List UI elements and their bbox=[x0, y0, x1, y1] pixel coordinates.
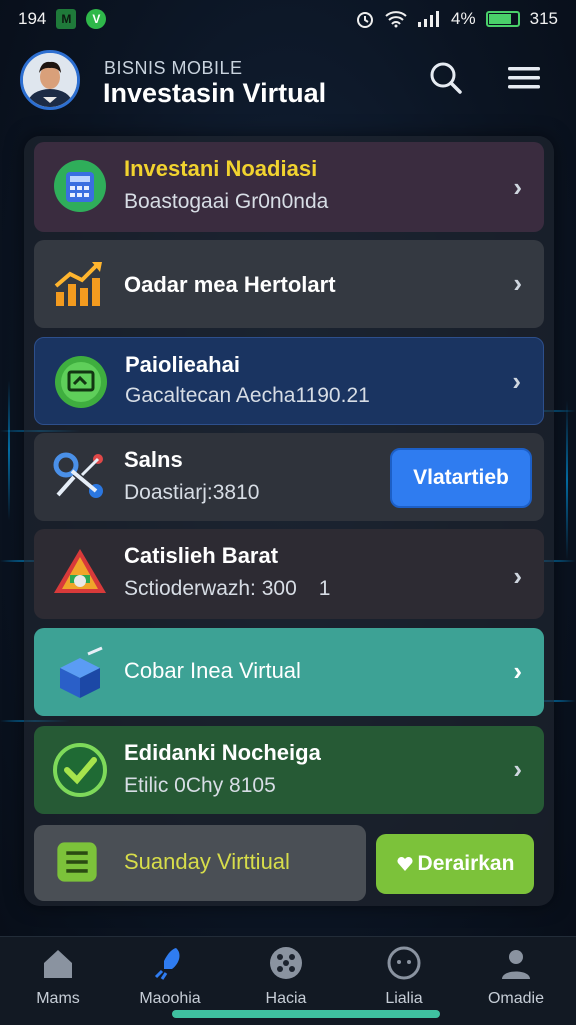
heart-icon bbox=[397, 856, 413, 871]
nav-label: Maoohia bbox=[139, 990, 201, 1007]
home-indicator bbox=[172, 1010, 440, 1018]
status-bar: 194 M V 4% 315 bbox=[0, 0, 576, 38]
chevron-right-icon: › bbox=[513, 561, 522, 591]
avatar[interactable] bbox=[20, 50, 80, 110]
card-title: Investani Noadiasi bbox=[124, 156, 318, 181]
card-title: Paiolieahai bbox=[125, 352, 240, 377]
chevron-right-icon: › bbox=[513, 268, 522, 298]
card-subtitle: Boastogaai Gr0n0nda bbox=[124, 190, 329, 213]
nav-label: Omadie bbox=[487, 990, 545, 1007]
search-icon bbox=[430, 62, 462, 94]
card-subtitle: Etilic 0Chy 8105 bbox=[124, 774, 276, 797]
wifi-icon bbox=[385, 11, 407, 28]
card-investani[interactable]: Investani Noadiasi Boastogaai Gr0n0nda › bbox=[34, 142, 544, 232]
card-paiolieahai[interactable]: Paiolieahai Gacaltecan Aecha1190.21 › bbox=[34, 337, 544, 425]
derairkan-label: Derairkan bbox=[417, 852, 515, 875]
status-time: 194 bbox=[18, 9, 47, 28]
battery-icon bbox=[485, 11, 520, 27]
hamburger-icon bbox=[508, 67, 540, 89]
card-title: Catislieh Barat bbox=[124, 543, 279, 568]
chart-growth-icon bbox=[54, 262, 102, 306]
rocket-icon bbox=[154, 948, 180, 980]
card-subtitle: Gacaltecan Aecha1190.21 bbox=[125, 384, 370, 407]
nav-item-maoohia[interactable]: Maoohia bbox=[120, 945, 220, 1015]
card-edidanki[interactable]: Edidanki Nocheiga Etilic 0Chy 8105 › bbox=[34, 726, 544, 814]
dice-icon bbox=[270, 947, 302, 979]
card-title: Oadar mea Hertolart bbox=[124, 272, 336, 297]
menu-button[interactable] bbox=[504, 58, 544, 98]
card-subtitle-suffix: 1 bbox=[318, 577, 331, 600]
battery-text: 315 bbox=[529, 9, 558, 28]
face-icon bbox=[387, 946, 421, 980]
nav-label: Hacia bbox=[265, 990, 307, 1007]
signal-icon bbox=[418, 11, 440, 27]
nav-item-lialia[interactable]: Lialia bbox=[354, 945, 454, 1015]
vlatartieb-button[interactable]: Vlatartieb bbox=[390, 448, 532, 508]
alarm-icon bbox=[357, 12, 374, 28]
derairkan-button[interactable]: Derairkan bbox=[376, 834, 534, 894]
app-title: Investasin Virtual bbox=[103, 78, 327, 108]
nav-item-omadie[interactable]: Omadie bbox=[466, 945, 566, 1015]
card-subtitle: Sctioderwazh: 300 1 bbox=[124, 577, 330, 601]
nav-item-hacia[interactable]: Hacia bbox=[236, 945, 336, 1015]
card-title: Cobar Inea Virtual bbox=[124, 658, 301, 683]
cube-icon bbox=[60, 646, 103, 698]
app-header: BISNIS MOBILE Investasin Virtual bbox=[0, 46, 576, 118]
monitor-icon bbox=[55, 356, 107, 408]
card-title: Edidanki Nocheiga bbox=[124, 740, 321, 765]
card-catislieh[interactable]: Catislieh Barat Sctioderwazh: 300 1 › bbox=[34, 529, 544, 619]
user-icon bbox=[502, 950, 530, 979]
card-suanday[interactable]: Suanday Virttiual bbox=[34, 825, 366, 901]
satellite-icon bbox=[53, 452, 103, 498]
chevron-right-icon: › bbox=[512, 366, 521, 396]
calculator-icon bbox=[54, 160, 106, 212]
document-icon bbox=[57, 842, 97, 882]
nav-label: Mams bbox=[36, 990, 80, 1007]
m-icon: M bbox=[56, 9, 77, 29]
search-button[interactable] bbox=[426, 58, 466, 98]
warning-icon bbox=[54, 549, 106, 593]
app-subtitle: BISNIS MOBILE bbox=[104, 58, 243, 78]
chevron-right-icon: › bbox=[513, 172, 522, 202]
card-oadar[interactable]: Oadar mea Hertolart › bbox=[34, 240, 544, 328]
home-icon bbox=[44, 950, 72, 978]
wifi-signal-text: 4% bbox=[451, 9, 476, 28]
nav-label: Lialia bbox=[385, 990, 423, 1007]
card-subtitle: Doastiarj:3810 bbox=[124, 481, 260, 504]
card-title: Salns bbox=[124, 447, 183, 472]
chevron-right-icon: › bbox=[513, 754, 522, 784]
card-title: Suanday Virttiual bbox=[124, 849, 290, 874]
chevron-right-icon: › bbox=[513, 656, 522, 686]
vpn-icon: V bbox=[86, 9, 107, 29]
check-circle-icon bbox=[53, 743, 107, 797]
nav-item-home[interactable]: Mams bbox=[8, 945, 108, 1015]
card-cobar[interactable]: Cobar Inea Virtual › bbox=[34, 628, 544, 716]
card-subtitle-text: Sctioderwazh: 300 bbox=[124, 577, 297, 600]
